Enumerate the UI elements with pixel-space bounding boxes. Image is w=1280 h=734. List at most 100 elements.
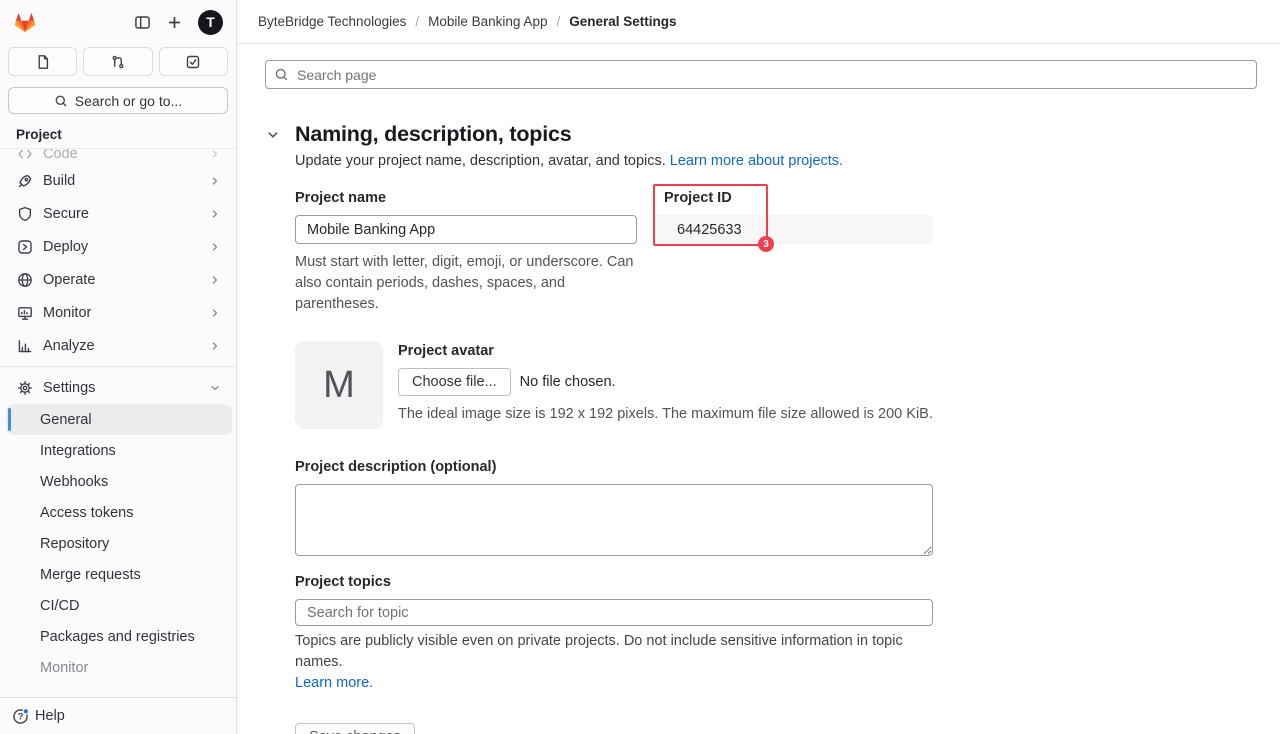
sidebar: T bbox=[0, 0, 237, 734]
svg-text:?: ? bbox=[18, 711, 24, 722]
search-or-go-to-label: Search or go to... bbox=[75, 93, 182, 109]
project-name-field-group: Project name Must start with letter, dig… bbox=[295, 190, 637, 315]
sidebar-item-label: Code bbox=[43, 149, 78, 162]
breadcrumb-project[interactable]: Mobile Banking App bbox=[428, 14, 547, 29]
todo-check-icon bbox=[185, 54, 201, 70]
sidebar-item-integrations[interactable]: Integrations bbox=[6, 435, 232, 466]
sidebar-child-label: Monitor bbox=[40, 660, 88, 676]
search-icon bbox=[274, 67, 289, 82]
sidebar-item-merge-requests[interactable]: Merge requests bbox=[6, 559, 232, 590]
sidebar-divider bbox=[0, 366, 236, 367]
sidebar-item-packages-registries[interactable]: Packages and registries bbox=[6, 621, 232, 652]
sidebar-child-label: Repository bbox=[40, 536, 109, 552]
sidebar-item-general[interactable]: General bbox=[6, 404, 232, 435]
sidebar-shortcuts bbox=[8, 47, 228, 76]
project-topics-input[interactable] bbox=[295, 599, 933, 626]
help-icon: ? bbox=[12, 708, 29, 725]
search-or-go-to[interactable]: Search or go to... bbox=[8, 87, 228, 114]
merge-requests-shortcut-button[interactable] bbox=[83, 47, 152, 76]
topics-learn-more-link[interactable]: Learn more. bbox=[295, 675, 373, 691]
project-avatar-preview: M bbox=[295, 341, 383, 429]
create-new-plus-icon[interactable] bbox=[166, 14, 183, 31]
section-intro: Update your project name, description, a… bbox=[295, 153, 1257, 169]
choose-file-button[interactable]: Choose file... bbox=[398, 368, 511, 396]
chart-icon bbox=[17, 338, 33, 354]
sidebar-child-label: Integrations bbox=[40, 443, 116, 459]
save-changes-button[interactable]: Save changes bbox=[295, 723, 415, 734]
topics-help-text: Topics are publicly visible even on priv… bbox=[295, 633, 903, 670]
help-button[interactable]: ? Help bbox=[0, 697, 236, 734]
sidebar-item-label: Build bbox=[43, 173, 75, 189]
breadcrumb-current-page: General Settings bbox=[569, 14, 676, 29]
page-search-input[interactable] bbox=[265, 60, 1257, 89]
chevron-right-icon bbox=[208, 306, 222, 320]
sidebar-item-webhooks[interactable]: Webhooks bbox=[6, 466, 232, 497]
section-collapse-column bbox=[265, 120, 295, 734]
gear-icon bbox=[17, 380, 33, 396]
sidebar-item-cicd[interactable]: CI/CD bbox=[6, 590, 232, 621]
merge-request-icon bbox=[110, 54, 126, 70]
main-area: ByteBridge Technologies / Mobile Banking… bbox=[237, 0, 1280, 734]
learn-more-projects-link[interactable]: Learn more about projects. bbox=[670, 153, 843, 169]
user-avatar[interactable]: T bbox=[198, 10, 223, 35]
sidebar-item-access-tokens[interactable]: Access tokens bbox=[6, 497, 232, 528]
project-description-label: Project description (optional) bbox=[295, 459, 933, 476]
sidebar-item-label: Deploy bbox=[43, 239, 88, 255]
project-name-label: Project name bbox=[295, 190, 637, 207]
chevron-down-icon bbox=[208, 381, 222, 395]
project-avatar-group: M Project avatar Choose file... No file … bbox=[295, 341, 933, 429]
project-id-label: Project ID bbox=[655, 190, 933, 207]
no-file-chosen-text: No file chosen. bbox=[520, 374, 616, 390]
sidebar-child-label: Packages and registries bbox=[40, 629, 195, 645]
breadcrumb-separator: / bbox=[415, 14, 419, 29]
breadcrumb-group[interactable]: ByteBridge Technologies bbox=[258, 14, 406, 29]
project-name-input[interactable] bbox=[295, 215, 637, 244]
sidebar-item-label: Secure bbox=[43, 206, 89, 222]
sidebar-item-deploy[interactable]: Deploy bbox=[0, 230, 236, 263]
project-description-textarea[interactable] bbox=[295, 484, 933, 556]
project-avatar-label: Project avatar bbox=[398, 343, 933, 360]
page-search bbox=[265, 60, 1257, 89]
project-name-help: Must start with letter, digit, emoji, or… bbox=[295, 252, 647, 315]
chevron-right-icon bbox=[208, 240, 222, 254]
project-id-field-group: Project ID 64425633 3 bbox=[655, 190, 933, 315]
project-id-value: 64425633 bbox=[655, 215, 933, 244]
breadcrumb-bar: ByteBridge Technologies / Mobile Banking… bbox=[237, 0, 1280, 44]
section-collapse-chevron-down-icon[interactable] bbox=[265, 127, 281, 143]
issues-shortcut-button[interactable] bbox=[8, 47, 77, 76]
search-icon bbox=[54, 94, 68, 108]
sidebar-child-label: CI/CD bbox=[40, 598, 79, 614]
sidebar-item-operate[interactable]: Operate bbox=[0, 263, 236, 296]
sidebar-item-build[interactable]: Build bbox=[0, 164, 236, 197]
sidebar-toggle-icon[interactable] bbox=[134, 14, 151, 31]
gitlab-logo-icon[interactable] bbox=[12, 10, 38, 35]
naming-section: Naming, description, topics Update your … bbox=[265, 120, 1257, 734]
rocket-icon bbox=[17, 173, 33, 189]
sidebar-child-label: Webhooks bbox=[40, 474, 108, 490]
sidebar-item-analyze[interactable]: Analyze bbox=[0, 329, 236, 362]
chevron-right-icon bbox=[208, 174, 222, 188]
sidebar-item-settings[interactable]: Settings bbox=[0, 371, 236, 404]
sidebar-item-code-clipped[interactable]: Code bbox=[0, 149, 236, 164]
section-intro-text: Update your project name, description, a… bbox=[295, 153, 666, 169]
sidebar-top-bar: T bbox=[0, 0, 236, 44]
sidebar-item-monitor[interactable]: Monitor bbox=[0, 296, 236, 329]
sidebar-item-repository[interactable]: Repository bbox=[6, 528, 232, 559]
sidebar-item-label: Operate bbox=[43, 272, 95, 288]
project-topics-label: Project topics bbox=[295, 574, 933, 591]
todo-shortcut-button[interactable] bbox=[159, 47, 228, 76]
sidebar-nav: Code Build bbox=[0, 148, 236, 697]
general-settings-form: Project name Must start with letter, dig… bbox=[295, 190, 933, 734]
code-icon bbox=[17, 149, 33, 162]
chevron-right-icon bbox=[208, 149, 222, 161]
sidebar-item-label: Settings bbox=[43, 380, 95, 396]
sidebar-top-actions: T bbox=[134, 10, 223, 35]
chevron-right-icon bbox=[208, 207, 222, 221]
deploy-icon bbox=[17, 239, 33, 255]
sidebar-item-secure[interactable]: Secure bbox=[0, 197, 236, 230]
settings-content: Naming, description, topics Update your … bbox=[237, 44, 1280, 734]
help-label: Help bbox=[35, 708, 65, 724]
sidebar-item-label: Monitor bbox=[43, 305, 91, 321]
monitor-icon bbox=[17, 305, 33, 321]
sidebar-item-monitor-settings[interactable]: Monitor bbox=[6, 652, 232, 683]
